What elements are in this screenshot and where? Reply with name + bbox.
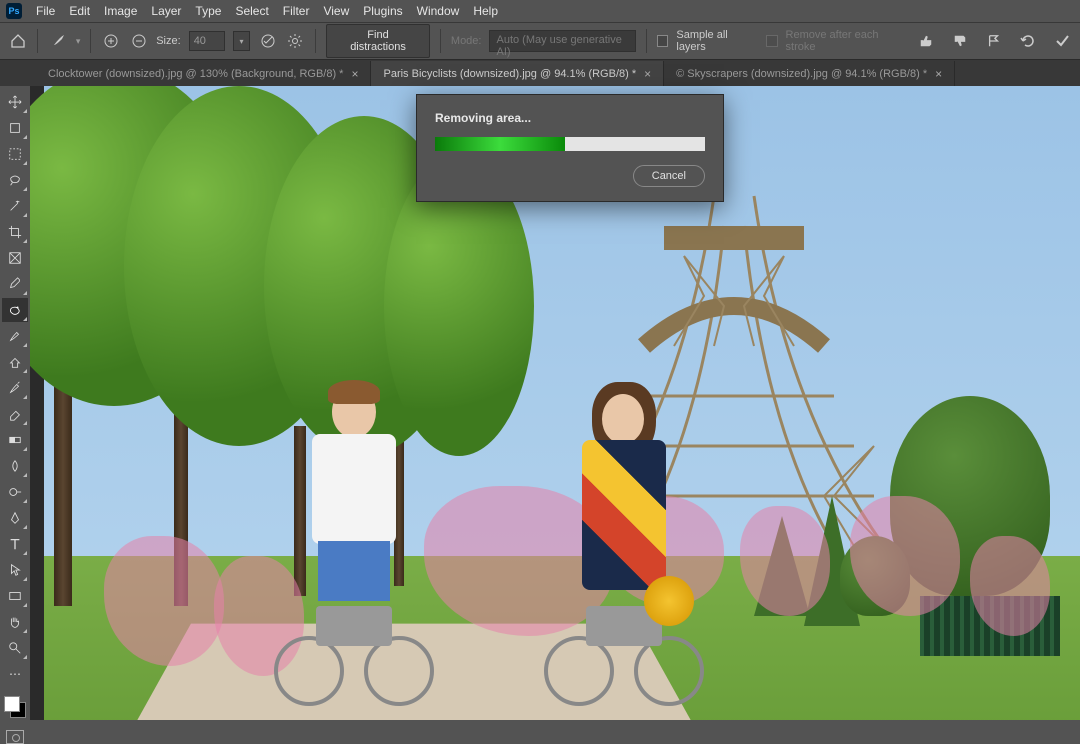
dodge-tool[interactable] bbox=[2, 480, 28, 504]
history-brush-tool[interactable] bbox=[2, 376, 28, 400]
separator bbox=[37, 29, 38, 53]
remove-after-checkbox[interactable] bbox=[766, 35, 778, 47]
crop-tool[interactable] bbox=[2, 220, 28, 244]
hand-tool[interactable] bbox=[2, 610, 28, 634]
gradient-tool[interactable] bbox=[2, 428, 28, 452]
mode-dropdown[interactable]: Auto (May use generative AI) bbox=[489, 30, 635, 52]
size-label: Size: bbox=[156, 35, 180, 47]
target-icon[interactable] bbox=[258, 31, 277, 51]
marquee-tool[interactable] bbox=[2, 142, 28, 166]
menu-bar: Ps File Edit Image Layer Type Select Fil… bbox=[0, 0, 1080, 22]
frame-tool[interactable] bbox=[2, 246, 28, 270]
artboard-tool[interactable] bbox=[2, 116, 28, 140]
menu-file[interactable]: File bbox=[36, 4, 55, 18]
menu-filter[interactable]: Filter bbox=[283, 4, 310, 18]
tools-panel: ⋯ bbox=[0, 86, 30, 744]
tab-label: Paris Bicyclists (downsized).jpg @ 94.1%… bbox=[383, 68, 636, 80]
flag-icon[interactable] bbox=[984, 31, 1004, 51]
zoom-tool[interactable] bbox=[2, 636, 28, 660]
tool-preset-icon[interactable] bbox=[48, 31, 67, 51]
menu-window[interactable]: Window bbox=[417, 4, 460, 18]
separator bbox=[646, 29, 647, 53]
blur-tool[interactable] bbox=[2, 454, 28, 478]
options-bar: ▾ Size: ▾ Find distractions Mode: Auto (… bbox=[0, 22, 1080, 60]
separator bbox=[90, 29, 91, 53]
find-distractions-button[interactable]: Find distractions bbox=[326, 24, 430, 58]
tab-paris[interactable]: Paris Bicyclists (downsized).jpg @ 94.1%… bbox=[371, 61, 664, 86]
brush-size-input[interactable] bbox=[189, 31, 225, 51]
tab-skyscrapers[interactable]: © Skyscrapers (downsized).jpg @ 94.1% (R… bbox=[664, 61, 955, 86]
close-icon[interactable]: × bbox=[935, 67, 942, 81]
add-mode-icon[interactable] bbox=[101, 31, 120, 51]
eyedropper-tool[interactable] bbox=[2, 272, 28, 296]
thumbs-down-icon[interactable] bbox=[950, 31, 970, 51]
clone-tool[interactable] bbox=[2, 350, 28, 374]
menu-layer[interactable]: Layer bbox=[151, 4, 181, 18]
cancel-button[interactable]: Cancel bbox=[633, 165, 705, 187]
app-logo: Ps bbox=[6, 3, 22, 19]
type-tool[interactable] bbox=[2, 532, 28, 556]
menu-edit[interactable]: Edit bbox=[69, 4, 90, 18]
menu-image[interactable]: Image bbox=[104, 4, 137, 18]
remove-after-label: Remove after each stroke bbox=[786, 29, 908, 53]
size-dropdown[interactable]: ▾ bbox=[233, 31, 251, 51]
gear-icon[interactable] bbox=[286, 31, 305, 51]
progress-bar bbox=[435, 137, 705, 151]
subtract-mode-icon[interactable] bbox=[129, 31, 148, 51]
pen-tool[interactable] bbox=[2, 506, 28, 530]
progress-dialog: Removing area... Cancel bbox=[416, 94, 724, 202]
thumbs-up-icon[interactable] bbox=[916, 31, 936, 51]
more-tools[interactable]: ⋯ bbox=[2, 662, 28, 686]
spot-heal-tool[interactable] bbox=[2, 298, 28, 322]
path-select-tool[interactable] bbox=[2, 558, 28, 582]
mode-label: Mode: bbox=[451, 35, 482, 47]
brush-tool[interactable] bbox=[2, 324, 28, 348]
tab-label: © Skyscrapers (downsized).jpg @ 94.1% (R… bbox=[676, 68, 927, 80]
chevron-down-icon[interactable]: ▾ bbox=[76, 36, 81, 47]
color-swatches[interactable] bbox=[2, 694, 28, 722]
foreground-swatch[interactable] bbox=[4, 696, 20, 712]
separator bbox=[440, 29, 441, 53]
close-icon[interactable]: × bbox=[351, 67, 358, 81]
eraser-tool[interactable] bbox=[2, 402, 28, 426]
wand-tool[interactable] bbox=[2, 194, 28, 218]
lasso-tool[interactable] bbox=[2, 168, 28, 192]
menu-plugins[interactable]: Plugins bbox=[363, 4, 402, 18]
document-tabs: Clocktower (downsized).jpg @ 130% (Backg… bbox=[0, 60, 1080, 86]
commit-icon[interactable] bbox=[1052, 31, 1072, 51]
menu-type[interactable]: Type bbox=[195, 4, 221, 18]
progress-fill bbox=[435, 137, 565, 151]
rectangle-tool[interactable] bbox=[2, 584, 28, 608]
menu-help[interactable]: Help bbox=[473, 4, 498, 18]
menu-view[interactable]: View bbox=[323, 4, 349, 18]
menu-select[interactable]: Select bbox=[235, 4, 268, 18]
sample-all-checkbox[interactable] bbox=[657, 35, 669, 47]
undo-icon[interactable] bbox=[1018, 31, 1038, 51]
separator bbox=[315, 29, 316, 53]
home-icon[interactable] bbox=[8, 31, 27, 51]
dialog-title: Removing area... bbox=[435, 111, 705, 125]
tab-label: Clocktower (downsized).jpg @ 130% (Backg… bbox=[48, 68, 343, 80]
sample-all-label: Sample all layers bbox=[676, 29, 757, 53]
quick-mask-toggle[interactable] bbox=[6, 730, 24, 744]
tab-clocktower[interactable]: Clocktower (downsized).jpg @ 130% (Backg… bbox=[36, 61, 371, 86]
move-tool[interactable] bbox=[2, 90, 28, 114]
close-icon[interactable]: × bbox=[644, 67, 651, 81]
